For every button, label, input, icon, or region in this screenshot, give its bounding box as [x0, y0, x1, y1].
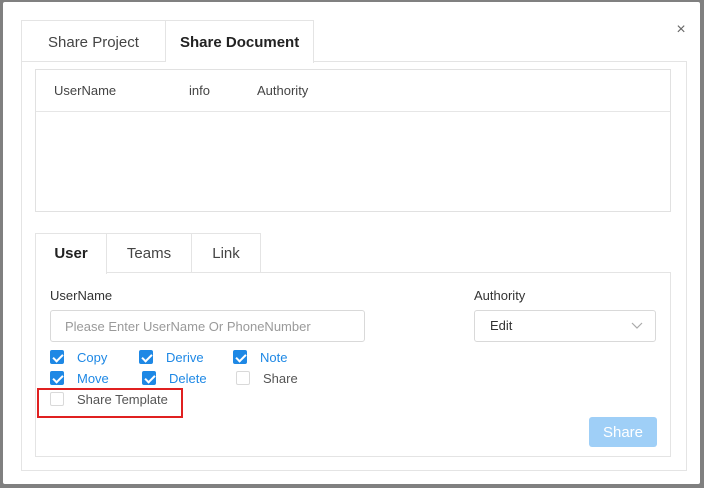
share-label: Share [263, 370, 298, 386]
permission-note[interactable]: Note [233, 348, 287, 366]
permission-share[interactable]: Share [236, 369, 298, 387]
tab-share-project[interactable]: Share Project [21, 20, 166, 62]
derive-checkbox[interactable] [139, 350, 153, 364]
permission-share-template[interactable]: Share Template [50, 390, 168, 408]
column-header-authority: Authority [257, 83, 309, 98]
table-header: UserName info Authority [36, 70, 670, 112]
column-header-info: info [189, 83, 210, 98]
user-share-form: UserName Authority Edit Copy Derive Note [35, 272, 671, 457]
authority-select[interactable]: Edit [474, 310, 656, 342]
note-checkbox[interactable] [233, 350, 247, 364]
username-input[interactable] [50, 310, 365, 342]
move-checkbox[interactable] [50, 371, 64, 385]
share-template-checkbox[interactable] [50, 392, 64, 406]
share-document-panel: UserName info Authority User Teams Link … [21, 61, 687, 471]
permission-delete[interactable]: Delete [142, 369, 207, 387]
tab-teams[interactable]: Teams [107, 233, 192, 273]
share-checkbox[interactable] [236, 371, 250, 385]
derive-label: Derive [166, 349, 204, 365]
authority-selected-value: Edit [490, 318, 513, 333]
top-tab-bar: Share Project Share Document [21, 20, 315, 63]
tab-link[interactable]: Link [192, 233, 261, 273]
username-label: UserName [50, 288, 113, 303]
share-button[interactable]: Share [589, 417, 657, 447]
delete-label: Delete [169, 370, 207, 386]
tab-user[interactable]: User [35, 233, 107, 274]
share-template-label: Share Template [77, 391, 168, 407]
inner-tab-bar: User Teams Link [35, 233, 261, 274]
copy-label: Copy [77, 349, 108, 365]
table-body [36, 112, 670, 212]
tab-share-document[interactable]: Share Document [166, 20, 315, 63]
close-icon[interactable]: × [671, 20, 691, 40]
permission-move[interactable]: Move [50, 369, 109, 387]
note-label: Note [260, 349, 288, 365]
shared-users-table: UserName info Authority [35, 69, 671, 212]
share-dialog: × Share Project Share Document UserName … [3, 2, 700, 484]
column-header-username: UserName [54, 83, 117, 98]
permission-copy[interactable]: Copy [50, 348, 107, 366]
delete-checkbox[interactable] [142, 371, 156, 385]
move-label: Move [77, 370, 109, 386]
chevron-down-icon [631, 311, 643, 352]
copy-checkbox[interactable] [50, 350, 64, 364]
authority-label: Authority [474, 288, 526, 303]
permission-derive[interactable]: Derive [139, 348, 204, 366]
